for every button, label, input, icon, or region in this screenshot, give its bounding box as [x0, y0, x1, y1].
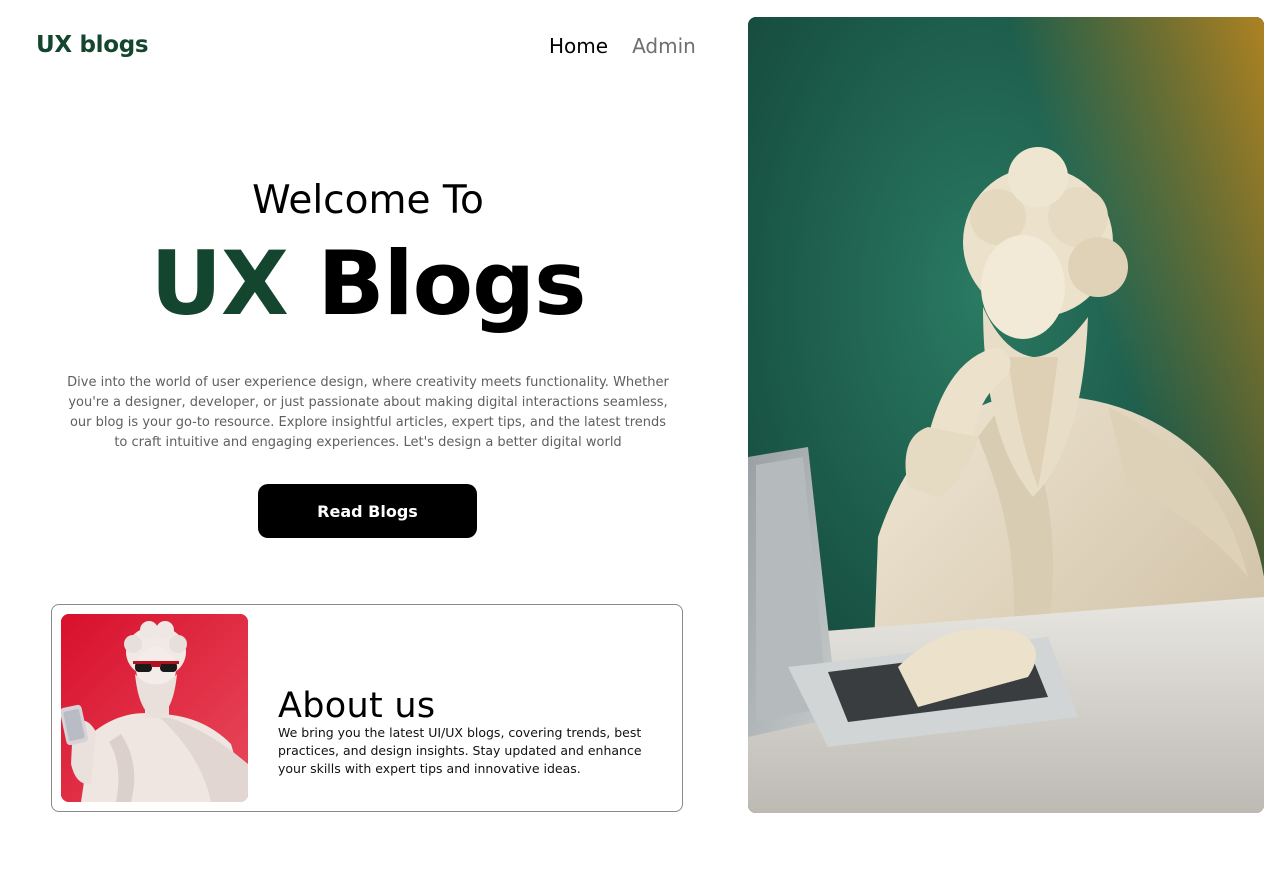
about-card: About us We bring you the latest UI/UX b…: [51, 604, 683, 812]
hero-welcome-heading: Welcome To: [252, 178, 484, 223]
hero-title-accent: UX: [150, 232, 288, 335]
statue-sunglasses-illustration: [61, 614, 248, 802]
about-image: [61, 614, 248, 802]
hero-title-main: Blogs: [317, 232, 586, 335]
hero-description: Dive into the world of user experience d…: [67, 375, 669, 450]
nav-home-link[interactable]: Home: [549, 34, 608, 58]
read-blogs-button[interactable]: Read Blogs: [258, 484, 477, 538]
hero-title: UX Blogs: [0, 235, 736, 333]
brand-logo[interactable]: UX blogs: [36, 32, 149, 58]
main-nav: Home Admin: [549, 34, 696, 58]
nav-admin-link[interactable]: Admin: [632, 34, 696, 58]
about-title: About us: [278, 686, 436, 727]
statue-thinker-laptop-illustration: [748, 17, 1264, 813]
hero-image: [748, 17, 1264, 813]
about-text: We bring you the latest UI/UX blogs, cov…: [278, 724, 642, 776]
